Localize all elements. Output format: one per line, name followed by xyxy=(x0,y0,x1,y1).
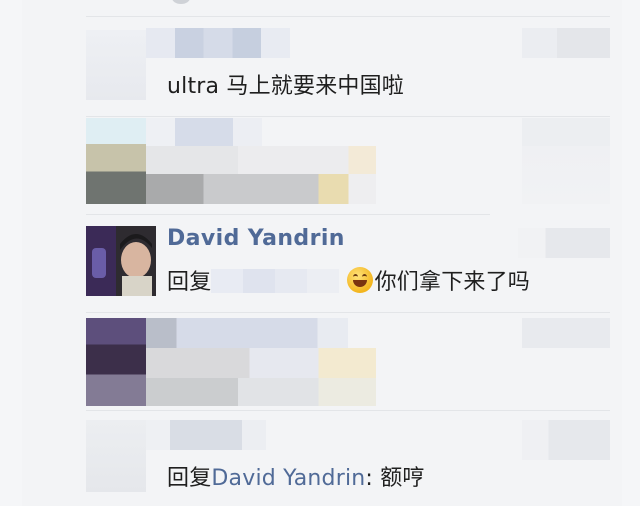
reply-target-redacted[interactable] xyxy=(211,269,340,293)
comment-text: 回复 你们拿下来了吗 xyxy=(167,264,530,296)
avatar[interactable] xyxy=(86,318,146,406)
timestamp-redacted xyxy=(522,318,610,348)
timestamp-redacted xyxy=(518,228,610,258)
avatar[interactable] xyxy=(86,30,146,100)
divider xyxy=(86,16,610,17)
divider xyxy=(86,214,490,215)
comment-text: 回复David Yandrin: 额哼 xyxy=(167,460,425,492)
comment-body: : 额哼 xyxy=(365,466,425,491)
comment-text-redacted xyxy=(146,348,376,378)
reply-label: 回复 xyxy=(167,270,212,295)
author-name-redacted[interactable] xyxy=(146,118,262,148)
avatar[interactable] xyxy=(86,226,156,296)
divider xyxy=(86,116,610,117)
comment-text-redacted xyxy=(146,378,376,406)
avatar[interactable] xyxy=(86,420,146,492)
reply-target-name[interactable]: David Yandrin xyxy=(211,466,365,491)
timestamp-redacted xyxy=(522,28,610,58)
avatar[interactable] xyxy=(86,118,146,204)
comment-body: 你们拿下来了吗 xyxy=(374,270,531,295)
grinning-face-icon xyxy=(346,267,373,293)
comment-text-redacted xyxy=(146,146,376,174)
author-name-redacted[interactable] xyxy=(146,420,266,450)
author-name-redacted[interactable] xyxy=(146,318,348,348)
author-name-redacted[interactable] xyxy=(146,28,290,58)
timestamp-redacted xyxy=(522,118,610,148)
comment-text-redacted xyxy=(146,174,376,204)
divider xyxy=(86,312,610,313)
timestamp-redacted xyxy=(522,420,610,460)
like-area-redacted xyxy=(522,146,610,204)
reply-label: 回复 xyxy=(167,466,212,491)
comment-text: ultra 马上就要来中国啦 xyxy=(167,74,405,99)
author-name[interactable]: David Yandrin xyxy=(167,226,345,251)
divider xyxy=(86,410,610,411)
